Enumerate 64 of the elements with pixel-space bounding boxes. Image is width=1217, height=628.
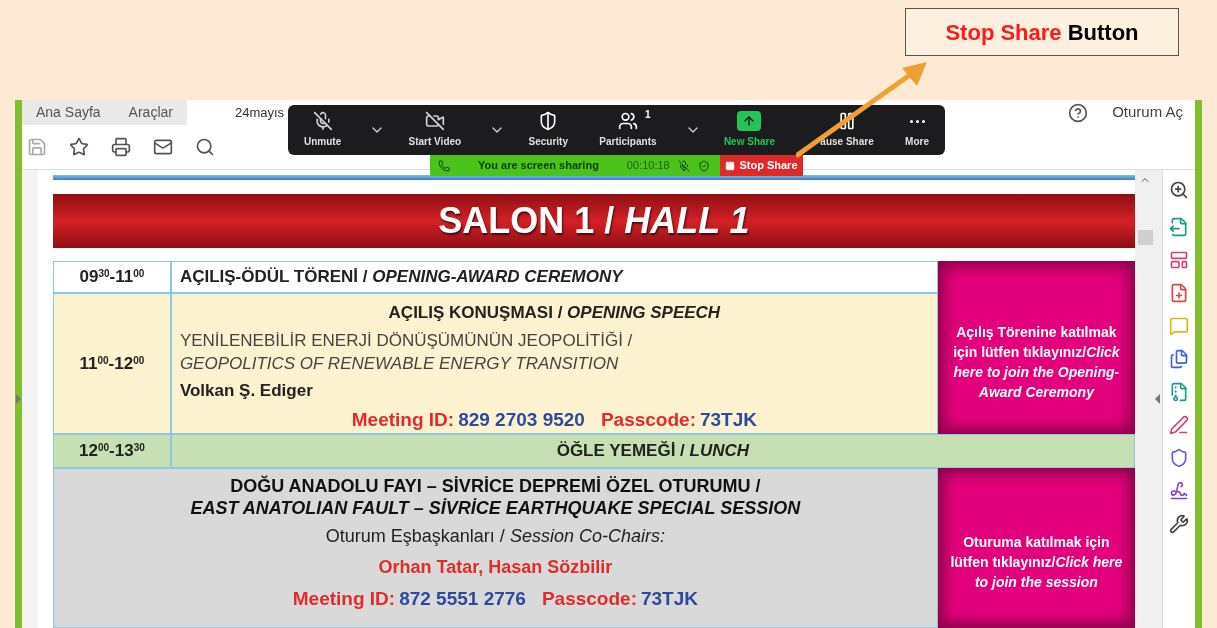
- title-banner: SALON 1 / HALL 1: [52, 194, 1135, 248]
- phone-icon: [438, 159, 450, 172]
- file-archive-icon[interactable]: [1169, 382, 1190, 402]
- session-title: EAST ANATOLIAN FAULT – SİVRİCE EARTHQUAKE SPECIAL SESSION: [190, 497, 801, 519]
- stop-icon: [725, 160, 736, 171]
- sharing-status: You are screen sharing: [478, 158, 599, 174]
- scrollbar-thumb[interactable]: [1137, 230, 1153, 245]
- meeting-id: 829 2703 9520: [458, 408, 585, 432]
- time-cell: 11$^{00}$-12$^{00}$: [52, 293, 171, 434]
- printer-icon[interactable]: [111, 137, 131, 157]
- passcode-label: Passcode:: [600, 408, 696, 432]
- meeting-id: 872 5551 2776: [399, 587, 526, 611]
- time-cell: 12$^{00}$-13$^{30}$: [52, 434, 171, 468]
- share-timer: 00:10:18: [626, 158, 670, 174]
- toolbar-button[interactable]: Start Video: [400, 111, 470, 149]
- pen-icon[interactable]: [1169, 415, 1190, 435]
- wrench-icon[interactable]: [1169, 514, 1190, 534]
- search-icon[interactable]: [195, 137, 215, 157]
- join-button[interactable]: Açılış Törenine katılmak için lütfen tıklayınız/Click here to join the Opening-Award Ceremony: [937, 261, 1135, 434]
- toolbar-button[interactable]: Unmute: [296, 111, 350, 149]
- passcode: 73TJK: [640, 587, 698, 611]
- app-tab[interactable]: Ana Sayfa: [22, 100, 115, 125]
- muted-mic-icon: [677, 159, 690, 172]
- app-tab[interactable]: Araçlar: [114, 100, 187, 125]
- zoom-icon[interactable]: [1169, 180, 1190, 200]
- help-icon[interactable]: [1068, 102, 1089, 123]
- talk-heading: AÇILIŞ KONUŞMASI / OPENING SPEECH: [388, 302, 721, 324]
- time-cell: 09$^{30}$-11$^{00}$: [52, 261, 171, 293]
- participant-count: 1: [645, 108, 651, 122]
- meeting-id-label: Meeting ID:: [351, 408, 455, 432]
- session-title: AÇILIŞ-ÖDÜL TÖRENİ / OPENING-AWARD CEREMONY: [179, 266, 623, 289]
- speaker-name: Volkan Ş. Ediger: [179, 379, 314, 402]
- stop-share-button[interactable]: Stop Share: [720, 155, 803, 176]
- muted-mic-icon: [312, 111, 333, 131]
- file-add-icon[interactable]: [1169, 283, 1190, 303]
- callout-text: Stop Share Button: [945, 18, 1139, 47]
- more-icon: [909, 119, 925, 123]
- toolbar-button[interactable]: ause Share: [812, 111, 882, 149]
- talk-title: YENİLENEBİLİR ENERJİ DÖNÜŞÜMÜNÜN JEOPOLİTİĞİ /: [179, 329, 634, 352]
- break-title: ÖĞLE YEMEĞİ / LUNCH: [556, 440, 750, 463]
- toolbar-button[interactable]: 1 Participants: [591, 111, 665, 149]
- shield-icon: [697, 159, 710, 172]
- session-title: DOĞU ANADOLU FAYI – SİVRİCE DEPREMİ ÖZEL OTURUMU /: [230, 475, 761, 497]
- app-tab[interactable]: 24mayıs: [234, 102, 285, 123]
- shield-icon[interactable]: [1169, 448, 1190, 468]
- shield-icon: [538, 111, 559, 131]
- chair-names: Orhan Tatar, Hasan Sözbilir: [378, 556, 613, 579]
- people-icon: [617, 111, 638, 131]
- passcode: 73TJK: [699, 408, 757, 432]
- layout-icon[interactable]: [1169, 250, 1190, 270]
- co-chairs-label: Oturum Eşbaşkanları / Session Co-Chairs:: [325, 525, 665, 548]
- toolbar-button[interactable]: More: [897, 111, 937, 149]
- mail-icon[interactable]: [153, 137, 173, 157]
- toolbar-button[interactable]: Security: [520, 111, 576, 149]
- files-icon[interactable]: [1169, 349, 1190, 369]
- signature-icon[interactable]: [1169, 481, 1190, 501]
- meeting-id-label: Meeting ID:: [292, 587, 396, 611]
- passcode-label: Passcode:: [541, 587, 637, 611]
- join-button[interactable]: Oturuma katılmak için lütfen tıklayınız/Click here to join the session: [937, 468, 1135, 628]
- star-icon[interactable]: [69, 137, 89, 157]
- video-off-icon: [424, 111, 445, 131]
- toolbar-button[interactable]: New Share: [715, 111, 783, 149]
- talk-title: GEOPOLITICS OF RENEWABLE ENERGY TRANSITION: [179, 352, 620, 375]
- file-export-icon[interactable]: [1169, 217, 1190, 237]
